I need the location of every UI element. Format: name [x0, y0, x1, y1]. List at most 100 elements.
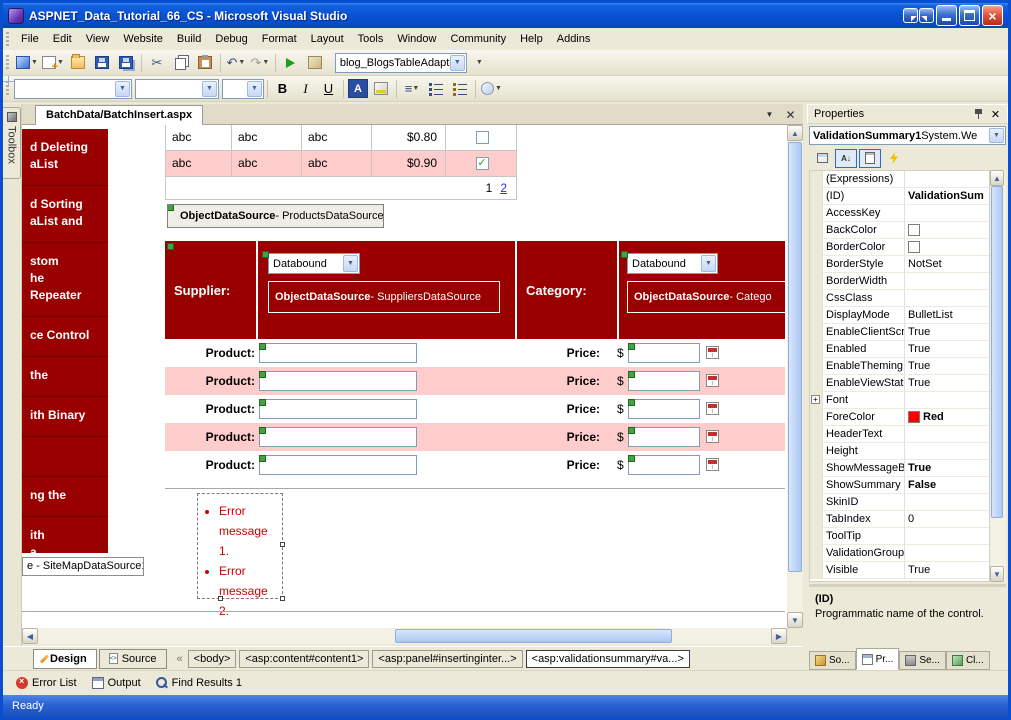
toolbox-tab[interactable]: Toolbox: [3, 107, 21, 179]
supplier-dropdown[interactable]: Databound ▼: [268, 253, 360, 274]
property-value[interactable]: True: [905, 562, 989, 579]
smart-tag-glyph[interactable]: [259, 427, 266, 434]
adapter-combobox[interactable]: blog_BlogsTableAdapter ▼: [334, 52, 467, 73]
menu-grip[interactable]: [6, 31, 9, 47]
property-value[interactable]: True: [905, 358, 989, 375]
scroll-down-button[interactable]: ▼: [990, 566, 1004, 582]
resize-handle-right[interactable]: [280, 542, 285, 547]
design-horizontal-scrollbar[interactable]: ◀ ▶: [22, 628, 787, 644]
tab-error-list[interactable]: Error List: [10, 674, 86, 692]
toolbar-grip[interactable]: [6, 55, 9, 70]
toolbar-options-button[interactable]: ▼: [468, 52, 490, 74]
property-value[interactable]: [905, 426, 989, 443]
menu-edit[interactable]: Edit: [46, 29, 79, 49]
property-value[interactable]: 0: [905, 511, 989, 528]
price-input[interactable]: [628, 455, 700, 475]
nav-item[interactable]: [22, 437, 108, 477]
pager-page-2-link[interactable]: 2: [500, 181, 507, 195]
smart-tag-glyph[interactable]: [259, 343, 266, 350]
property-value[interactable]: BulletList: [905, 307, 989, 324]
expand-plus-icon[interactable]: +: [811, 395, 820, 404]
smart-tag-glyph[interactable]: [628, 455, 635, 462]
underline-button[interactable]: U: [318, 79, 339, 99]
nav-item[interactable]: ng the: [22, 477, 108, 517]
chevron-down-icon[interactable]: ▼: [449, 54, 465, 71]
validation-summary-control[interactable]: Error message 1.Error message 2.: [197, 493, 283, 618]
property-row[interactable]: + Font: [810, 392, 989, 409]
events-button[interactable]: [883, 149, 905, 168]
panel-tab-solution-explorer[interactable]: So...: [809, 651, 856, 670]
categorized-button[interactable]: [811, 149, 833, 168]
scroll-right-button[interactable]: ▶: [771, 628, 787, 644]
menu-help[interactable]: Help: [513, 29, 550, 49]
property-row[interactable]: ForeColor Red: [810, 409, 989, 426]
property-row[interactable]: Height: [810, 443, 989, 460]
object-selector-combobox[interactable]: ValidationSummary1 System.We ▼: [809, 126, 1006, 145]
category-dropdown[interactable]: Databound ▼: [627, 253, 718, 274]
nav-item[interactable]: d Sorting aList and: [22, 186, 108, 243]
property-row[interactable]: Visible True: [810, 562, 989, 579]
product-input[interactable]: [259, 455, 417, 475]
property-row[interactable]: (ID) ValidationSum: [810, 188, 989, 205]
font-name-combobox[interactable]: ▼: [135, 78, 219, 99]
smart-tag-glyph[interactable]: [621, 251, 628, 258]
property-row[interactable]: BorderWidth: [810, 273, 989, 290]
scroll-up-button[interactable]: ▲: [990, 170, 1004, 186]
design-surface[interactable]: d Deleting aList d Sorting aList and stom he R…: [22, 125, 787, 628]
property-grid-scrollbar[interactable]: ▲ ▼: [990, 170, 1006, 582]
tag-navigator-item[interactable]: <asp:panel#insertinginter...>: [372, 649, 523, 668]
products-objectdatasource[interactable]: ObjectDataSource - ProductsDataSource: [167, 204, 384, 228]
menu-community[interactable]: Community: [443, 29, 513, 49]
property-row[interactable]: DisplayMode BulletList: [810, 307, 989, 324]
font-size-combobox[interactable]: ▼: [222, 78, 264, 99]
property-row[interactable]: BorderColor: [810, 239, 989, 256]
menu-addins[interactable]: Addins: [550, 29, 598, 49]
bullet-list-button[interactable]: [425, 78, 447, 100]
property-value[interactable]: [905, 222, 989, 239]
start-debug-button[interactable]: [280, 52, 302, 74]
scroll-up-button[interactable]: ▲: [787, 125, 803, 141]
menu-website[interactable]: Website: [116, 29, 170, 49]
vertical-scroll-thumb[interactable]: [991, 186, 1003, 518]
alignment-button[interactable]: ≡ ▼: [401, 78, 423, 100]
property-row[interactable]: (Expressions): [810, 171, 989, 188]
product-input[interactable]: [259, 399, 417, 419]
property-row[interactable]: BorderStyle NotSet: [810, 256, 989, 273]
document-tab[interactable]: BatchData/BatchInsert.aspx: [35, 105, 204, 125]
property-value[interactable]: [905, 443, 989, 460]
property-value[interactable]: [905, 528, 989, 545]
properties-close-button[interactable]: ✕: [988, 107, 1003, 121]
menu-window[interactable]: Window: [390, 29, 443, 49]
products-gridview[interactable]: abc abc abc $0.80 abc abc abc $0.90 ✓ 1 2: [165, 125, 517, 200]
maximize-button[interactable]: [959, 5, 980, 26]
title-extra-button-1[interactable]: [903, 8, 918, 23]
nav-item[interactable]: ith a: [22, 517, 108, 553]
smart-tag-glyph[interactable]: [167, 243, 174, 250]
minimize-button[interactable]: [936, 5, 957, 26]
property-row[interactable]: ToolTip: [810, 528, 989, 545]
tag-navigator-item[interactable]: <asp:content#content1>: [239, 649, 370, 668]
document-list-dropdown-button[interactable]: ▼: [761, 106, 778, 123]
property-value[interactable]: [905, 171, 989, 188]
insert-interface-table[interactable]: Supplier: Databound ▼ ObjectDataSource -…: [165, 241, 785, 339]
scroll-left-button[interactable]: ◀: [22, 628, 38, 644]
scroll-down-button[interactable]: ▼: [787, 612, 803, 628]
horizontal-scroll-thumb[interactable]: [395, 629, 672, 643]
properties-view-button[interactable]: [859, 148, 881, 168]
tab-find-results-1[interactable]: Find Results 1: [150, 674, 251, 692]
nav-item[interactable]: stom he Repeater: [22, 243, 108, 317]
title-bar[interactable]: ASPNET_Data_Tutorial_66_CS - Microsoft V…: [3, 3, 1008, 28]
copy-button[interactable]: [170, 52, 192, 74]
menu-file[interactable]: File: [14, 29, 46, 49]
auto-hide-pin-button[interactable]: [971, 107, 986, 121]
resize-handle-bottom-right[interactable]: [280, 596, 285, 601]
price-input[interactable]: [628, 371, 700, 391]
tool-button[interactable]: [304, 52, 326, 74]
undo-button[interactable]: ↶ ▼: [225, 52, 247, 74]
document-close-button[interactable]: ✕: [782, 106, 799, 123]
menu-format[interactable]: Format: [255, 29, 304, 49]
property-value[interactable]: True: [905, 460, 989, 477]
panel-tab-server-explorer[interactable]: Se...: [899, 651, 946, 670]
smart-tag-glyph[interactable]: [259, 399, 266, 406]
menu-build[interactable]: Build: [170, 29, 208, 49]
